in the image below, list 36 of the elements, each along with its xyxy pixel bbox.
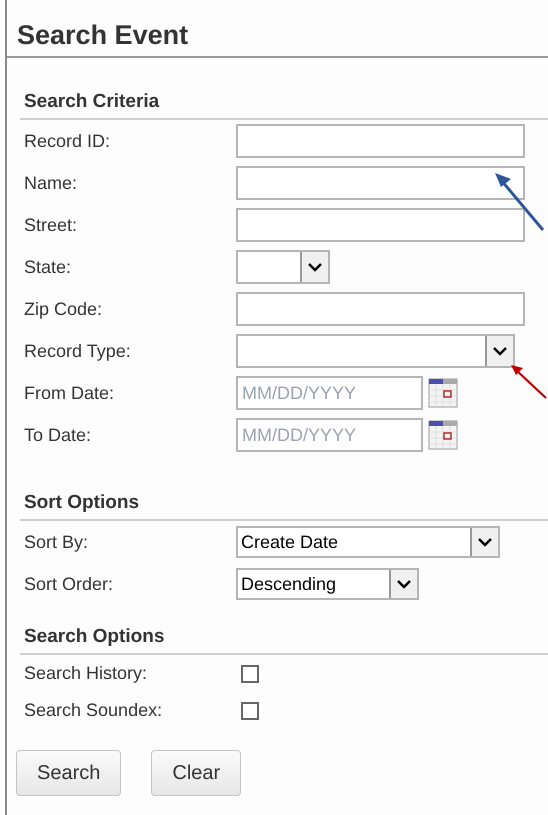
field-label: From Date: <box>23 382 116 404</box>
checkbox[interactable] <box>241 702 259 720</box>
field-label: Search Soundex: <box>23 700 164 721</box>
caret-icon <box>396 579 412 589</box>
dropdown[interactable] <box>236 250 330 284</box>
field-label: State: <box>23 256 72 278</box>
text-field[interactable] <box>236 166 525 200</box>
date-field[interactable]: MM/DD/YYYY <box>236 418 423 452</box>
field-label: Zip Code: <box>23 298 104 320</box>
field-label: Street: <box>23 214 78 236</box>
dropdown[interactable] <box>236 334 515 368</box>
page-title: Search Event <box>7 0 548 58</box>
checkbox[interactable] <box>241 664 259 682</box>
text-field[interactable] <box>236 292 525 326</box>
section-heading: Search Options <box>20 622 548 655</box>
search-button[interactable]: Search <box>16 750 122 796</box>
field-label: Record Type: <box>23 340 132 362</box>
caret-icon <box>477 537 493 547</box>
field-label: Sort By: <box>23 532 90 552</box>
field-label: To Date: <box>23 424 92 446</box>
field-label: Search History: <box>23 663 148 684</box>
dropdown[interactable]: Create Date <box>236 526 500 558</box>
calendar-icon[interactable] <box>428 420 458 450</box>
clear-button[interactable]: Clear <box>151 750 242 796</box>
field-label: Name: <box>23 172 78 194</box>
section-heading: Search Criteria <box>20 87 548 120</box>
caret-icon <box>307 262 323 272</box>
text-field[interactable] <box>236 208 525 242</box>
text-field[interactable] <box>236 124 525 158</box>
field-label: Record ID: <box>23 130 112 152</box>
date-field[interactable]: MM/DD/YYYY <box>236 376 423 410</box>
dropdown[interactable]: Descending <box>236 568 419 600</box>
calendar-icon[interactable] <box>428 378 458 408</box>
section-heading: Sort Options <box>20 488 548 521</box>
caret-icon <box>492 346 508 356</box>
field-label: Sort Order: <box>23 574 114 594</box>
